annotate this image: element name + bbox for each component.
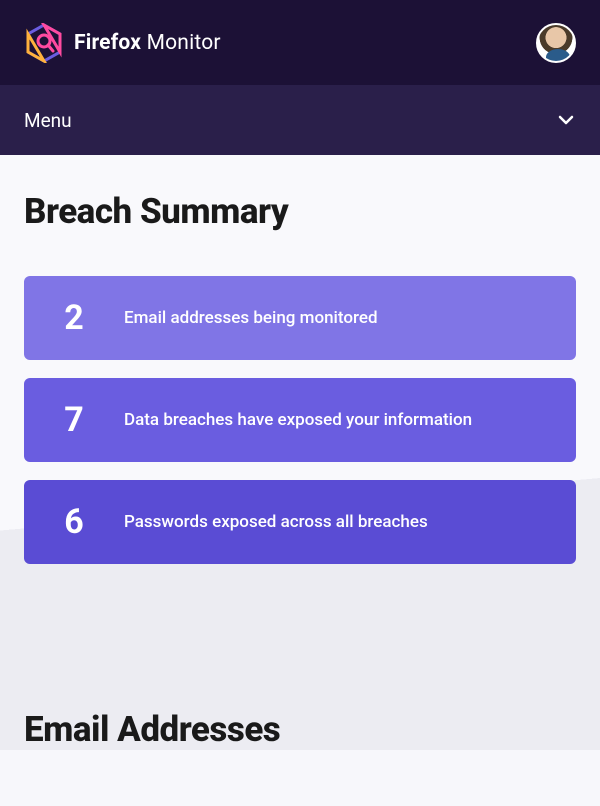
user-avatar[interactable]: [536, 23, 576, 63]
menu-bar[interactable]: Menu: [0, 85, 600, 155]
summary-card-label: Passwords exposed across all breaches: [124, 512, 428, 532]
menu-label: Menu: [24, 109, 72, 132]
summary-card-label: Email addresses being monitored: [124, 308, 378, 328]
chevron-down-icon: [556, 110, 576, 130]
summary-card-number: 2: [44, 298, 104, 338]
summary-card-data-breaches[interactable]: 7 Data breaches have exposed your inform…: [24, 378, 576, 462]
summary-card-number: 7: [44, 400, 104, 440]
summary-card-passwords-exposed[interactable]: 6 Passwords exposed across all breaches: [24, 480, 576, 564]
app-header: Firefox Monitor: [0, 0, 600, 85]
brand[interactable]: Firefox Monitor: [24, 23, 221, 63]
firefox-monitor-logo-icon: [24, 23, 64, 63]
email-addresses-title: Email Addresses: [24, 709, 576, 750]
breach-summary-title: Breach Summary: [24, 191, 576, 232]
brand-name: Firefox Monitor: [74, 31, 221, 55]
main-content: Breach Summary 2 Email addresses being m…: [0, 155, 600, 750]
summary-card-label: Data breaches have exposed your informat…: [124, 410, 472, 430]
summary-card-monitored-emails[interactable]: 2 Email addresses being monitored: [24, 276, 576, 360]
summary-card-number: 6: [44, 502, 104, 542]
